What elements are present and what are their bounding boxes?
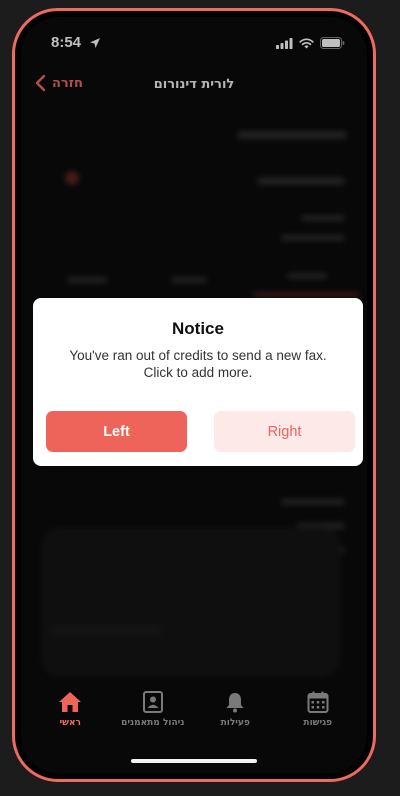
right-button[interactable]: Right [214, 411, 355, 452]
dialog-title: Notice [172, 319, 224, 338]
tab-activity-label: פעילות [220, 718, 250, 728]
home-icon [59, 692, 82, 712]
tab-trainee-management[interactable]: ניהול מתאמנים [112, 685, 194, 745]
tab-meetings[interactable]: פגישות [277, 685, 359, 745]
left-button[interactable]: Left [46, 411, 187, 452]
tab-home-label: ראשי [59, 718, 81, 728]
bottom-tab-bar: ראשי ניהול מתאמנים פעילות פגישות [21, 685, 367, 745]
contacts-icon [142, 691, 163, 713]
notice-dialog: Notice You've ran out of credits to send… [33, 298, 363, 466]
phone-frame: 8:54 חזרה לורית דינורום Notice You've ra… [12, 8, 376, 782]
home-indicator [131, 759, 257, 763]
calendar-icon [307, 691, 329, 713]
tab-trainee-management-label: ניהול מתאמנים [121, 718, 185, 728]
bell-icon [226, 693, 244, 713]
tab-home[interactable]: ראשי [29, 685, 111, 745]
app-screen: 8:54 חזרה לורית דינורום Notice You've ra… [21, 17, 367, 773]
dialog-message: You've ran out of credits to send a new … [69, 348, 327, 380]
tab-meetings-label: פגישות [303, 718, 333, 728]
tab-activity[interactable]: פעילות [194, 685, 276, 745]
